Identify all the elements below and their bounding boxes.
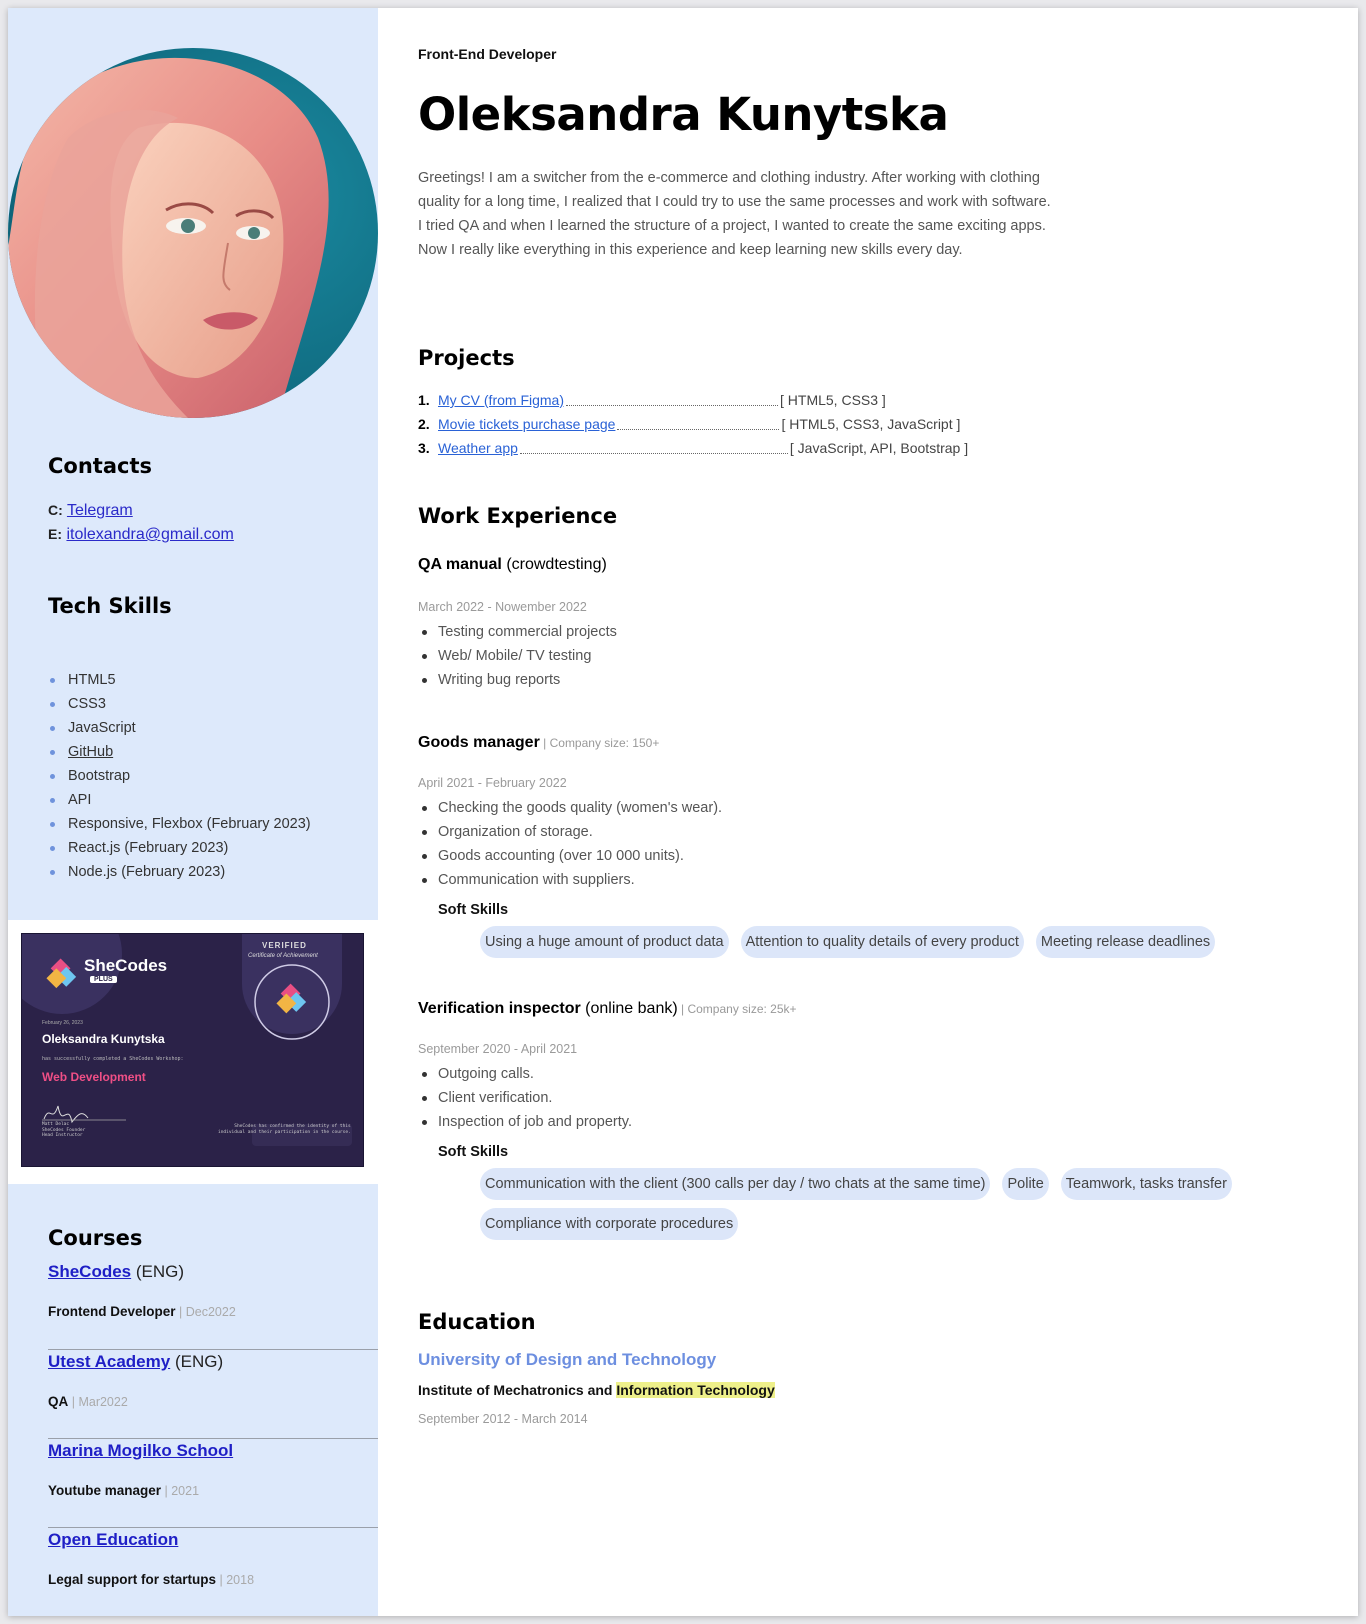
skill-item: Bootstrap xyxy=(48,764,311,788)
soft-skills-heading: Soft Skills xyxy=(438,1144,509,1160)
contacts-heading: Contacts xyxy=(48,454,152,478)
project-item: 2. Movie tickets purchase page [ HTML5, … xyxy=(418,412,968,436)
skill-item-github-link[interactable]: GitHub xyxy=(48,740,311,764)
education-dates: September 2012 - March 2014 xyxy=(418,1412,588,1426)
job-duties: Testing commercial projects Web/ Mobile/… xyxy=(418,620,617,692)
university-name: University of Design and Technology xyxy=(418,1350,717,1369)
certificate-caption: Certificate of Achievement xyxy=(248,953,318,959)
skill-chip: Attention to quality details of every pr… xyxy=(740,926,1024,958)
soft-skills-chips: Communication with the client (300 calls… xyxy=(480,1168,1320,1240)
tech-skills-heading: Tech Skills xyxy=(48,594,172,618)
contact-telegram: C: Telegram xyxy=(48,502,133,520)
course-item: SheCodes (ENG) Frontend Developer | Dec2… xyxy=(48,1262,236,1319)
certificate-note: SheCodes has confirmed the identity of t… xyxy=(218,1124,351,1135)
project-item: 3. Weather app [ JavaScript, API, Bootst… xyxy=(418,436,968,460)
projects-list: 1. My CV (from Figma) [ HTML5, CSS3 ] 2.… xyxy=(418,388,968,460)
contact-key: C: xyxy=(48,502,63,518)
education-heading: Education xyxy=(418,1310,536,1334)
about-paragraph: Greetings! I am a switcher from the e-co… xyxy=(418,170,1051,210)
institute-name: Institute of Mechatronics and Informatio… xyxy=(418,1382,775,1398)
skill-chip: Communication with the client (300 calls… xyxy=(480,1168,991,1200)
project-link[interactable]: Weather app xyxy=(438,436,518,460)
skill-item: CSS3 xyxy=(48,692,311,716)
skill-item: Responsive, Flexbox (February 2023) xyxy=(48,812,311,836)
contact-key: E: xyxy=(48,526,62,542)
list-item: Client verification. xyxy=(418,1086,632,1110)
certificate-plus-badge: PLUS xyxy=(90,976,117,983)
job-dates: April 2021 - February 2022 xyxy=(418,776,567,790)
divider xyxy=(48,1527,378,1528)
certificate-completed: has successfully completed a SheCodes Wo… xyxy=(42,1056,184,1062)
certificate-course: Web Development xyxy=(42,1070,146,1084)
projects-heading: Projects xyxy=(418,346,515,370)
about-paragraph: I tried QA and when I learned the struct… xyxy=(418,218,1046,258)
soft-skills-chips: Using a huge amount of product data Atte… xyxy=(480,926,1300,958)
page-title: Oleksandra Kunytska xyxy=(418,88,949,141)
sidebar: Contacts C: Telegram E: itolexandra@gmai… xyxy=(8,8,378,1616)
list-item: Checking the goods quality (women's wear… xyxy=(418,796,722,820)
divider xyxy=(48,1438,378,1439)
course-link[interactable]: Open Education xyxy=(48,1530,178,1549)
skill-chip: Using a huge amount of product data xyxy=(480,926,729,958)
job-title: Verification inspector (online bank) | C… xyxy=(418,1000,797,1017)
course-link[interactable]: Marina Mogilko School xyxy=(48,1441,233,1460)
job-role: Front-End Developer xyxy=(418,46,557,62)
skill-item: HTML5 xyxy=(48,668,311,692)
job-duties: Checking the goods quality (women's wear… xyxy=(418,796,722,892)
list-item: Inspection of job and property. xyxy=(418,1110,632,1134)
courses-heading: Courses xyxy=(48,1226,143,1250)
list-item: Organization of storage. xyxy=(418,820,722,844)
skill-chip: Compliance with corporate procedures xyxy=(480,1208,739,1240)
about-text: Greetings! I am a switcher from the e-co… xyxy=(418,166,1068,262)
highlighted-text: Information Technology xyxy=(616,1382,775,1398)
avatar xyxy=(8,48,378,418)
tech-skills-list: HTML5 CSS3 JavaScript GitHub Bootstrap A… xyxy=(48,668,311,884)
certificate-holder: Oleksandra Kunytska xyxy=(42,1032,165,1046)
skill-item: JavaScript xyxy=(48,716,311,740)
job-dates: September 2020 - April 2021 xyxy=(418,1042,578,1056)
certificate-image: VERIFIED Certificate of Achievement SheC… xyxy=(21,933,364,1167)
course-item: Marina Mogilko School Youtube manager | … xyxy=(48,1441,234,1498)
job-dates: March 2022 - Nowember 2022 xyxy=(418,600,587,614)
skill-item: Node.js (February 2023) xyxy=(48,860,311,884)
list-item: Testing commercial projects xyxy=(418,620,617,644)
job-title: QA manual (crowdtesting) xyxy=(418,556,607,573)
job-duties: Outgoing calls. Client verification. Ins… xyxy=(418,1062,632,1134)
list-item: Web/ Mobile/ TV testing xyxy=(418,644,617,668)
resume-page: Contacts C: Telegram E: itolexandra@gmai… xyxy=(8,8,1358,1616)
list-item: Goods accounting (over 10 000 units). xyxy=(418,844,722,868)
skill-chip: Teamwork, tasks transfer xyxy=(1060,1168,1232,1200)
project-link[interactable]: My CV (from Figma) xyxy=(438,388,564,412)
course-link[interactable]: Utest Academy xyxy=(48,1352,170,1371)
course-item: Utest Academy (ENG) QA | Mar2022 xyxy=(48,1352,224,1409)
skill-item: React.js (February 2023) xyxy=(48,836,311,860)
list-item: Writing bug reports xyxy=(418,668,617,692)
list-item: Outgoing calls. xyxy=(418,1062,632,1086)
email-link[interactable]: itolexandra@gmail.com xyxy=(66,526,233,543)
project-item: 1. My CV (from Figma) [ HTML5, CSS3 ] xyxy=(418,388,968,412)
certificate-signer: Matt Delac SheCodes Founder Head Instruc… xyxy=(42,1122,86,1138)
certificate-verified: VERIFIED xyxy=(262,941,307,950)
certificate-container: VERIFIED Certificate of Achievement SheC… xyxy=(8,920,378,1184)
skill-chip: Meeting release deadlines xyxy=(1035,926,1216,958)
list-item: Communication with suppliers. xyxy=(418,868,722,892)
course-item: Open Education Legal support for startup… xyxy=(48,1530,255,1587)
contact-email: E: itolexandra@gmail.com xyxy=(48,526,234,544)
certificate-date: February 26, 2023 xyxy=(42,1020,83,1026)
skill-chip: Polite xyxy=(1002,1168,1049,1200)
project-link[interactable]: Movie tickets purchase page xyxy=(438,412,615,436)
work-experience-heading: Work Experience xyxy=(418,504,618,528)
soft-skills-heading: Soft Skills xyxy=(438,902,509,918)
telegram-link[interactable]: Telegram xyxy=(67,502,133,519)
certificate-brand: SheCodes xyxy=(84,956,168,975)
skill-item: API xyxy=(48,788,311,812)
course-link[interactable]: SheCodes xyxy=(48,1262,131,1281)
divider xyxy=(48,1349,378,1350)
job-title: Goods manager | Company size: 150+ xyxy=(418,734,660,751)
